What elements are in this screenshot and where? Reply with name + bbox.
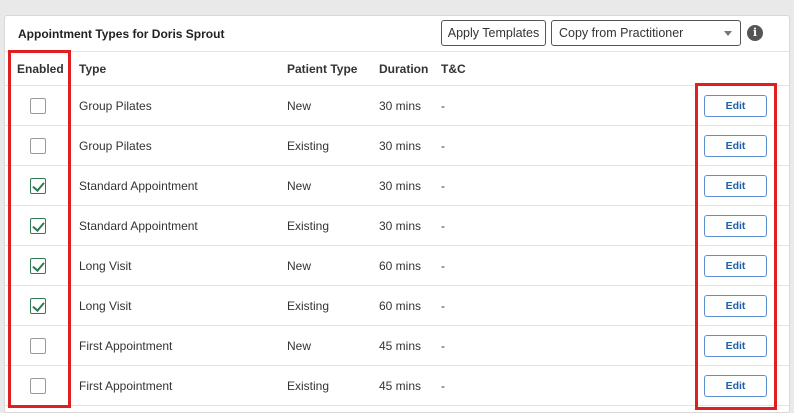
row-duration: 60 mins (379, 299, 422, 313)
table-row: First Appointment Existing 45 mins - Edi… (5, 366, 789, 406)
chevron-down-icon (724, 31, 732, 36)
edit-button[interactable]: Edit (704, 255, 767, 277)
edit-button[interactable]: Edit (704, 95, 767, 117)
row-duration: 45 mins (379, 379, 422, 393)
row-tc: - (441, 339, 445, 353)
row-tc: - (441, 219, 445, 233)
column-header-enabled: Enabled (17, 62, 64, 76)
apply-templates-button[interactable]: Apply Templates (441, 20, 546, 46)
enabled-checkbox[interactable] (30, 218, 46, 234)
edit-button[interactable]: Edit (704, 295, 767, 317)
enabled-checkbox[interactable] (30, 298, 46, 314)
row-tc: - (441, 379, 445, 393)
table-row: Long Visit Existing 60 mins - Edit (5, 286, 789, 326)
enabled-checkbox[interactable] (30, 178, 46, 194)
row-type: Standard Appointment (79, 219, 198, 233)
row-patient-type: New (287, 339, 312, 353)
row-tc: - (441, 299, 445, 313)
column-header-duration: Duration (379, 62, 429, 76)
column-header-patient-type: Patient Type (287, 62, 358, 76)
row-duration: 30 mins (379, 139, 422, 153)
edit-button[interactable]: Edit (704, 375, 767, 397)
row-type: Long Visit (79, 259, 132, 273)
row-tc: - (441, 139, 445, 153)
table-row: Standard Appointment Existing 30 mins - … (5, 206, 789, 246)
enabled-checkbox[interactable] (30, 258, 46, 274)
row-duration: 60 mins (379, 259, 422, 273)
info-icon[interactable]: i (747, 25, 763, 41)
copy-select-value: Copy from Practitioner (559, 26, 684, 40)
table-row: Standard Appointment New 30 mins - Edit (5, 166, 789, 206)
column-header-type: Type (79, 62, 107, 76)
enabled-checkbox[interactable] (30, 98, 46, 114)
enabled-checkbox[interactable] (30, 138, 46, 154)
row-type: Long Visit (79, 299, 132, 313)
row-duration: 45 mins (379, 339, 422, 353)
edit-button[interactable]: Edit (704, 135, 767, 157)
appointment-types-panel: Appointment Types for Doris Sprout Apply… (4, 15, 790, 413)
edit-button[interactable]: Edit (704, 335, 767, 357)
table-header: Enabled Type Patient Type Duration T&C (5, 52, 789, 86)
row-patient-type: Existing (287, 379, 330, 393)
row-patient-type: Existing (287, 219, 330, 233)
enabled-checkbox[interactable] (30, 378, 46, 394)
row-type: Standard Appointment (79, 179, 198, 193)
table-row: First Appointment New 45 mins - Edit (5, 326, 789, 366)
panel-header: Appointment Types for Doris Sprout Apply… (5, 16, 789, 52)
table-row: Group Pilates New 30 mins - Edit (5, 86, 789, 126)
row-tc: - (441, 259, 445, 273)
row-type: Group Pilates (79, 139, 152, 153)
copy-from-practitioner-select[interactable]: Copy from Practitioner (551, 20, 741, 46)
row-duration: 30 mins (379, 99, 422, 113)
row-patient-type: Existing (287, 139, 330, 153)
row-patient-type: New (287, 179, 312, 193)
edit-button[interactable]: Edit (704, 215, 767, 237)
row-tc: - (441, 179, 445, 193)
row-patient-type: Existing (287, 299, 330, 313)
row-duration: 30 mins (379, 219, 422, 233)
row-patient-type: New (287, 259, 312, 273)
row-type: First Appointment (79, 379, 173, 393)
row-type: Group Pilates (79, 99, 152, 113)
column-header-tc: T&C (441, 62, 466, 76)
table-row: Long Visit New 60 mins - Edit (5, 246, 789, 286)
row-tc: - (441, 99, 445, 113)
row-duration: 30 mins (379, 179, 422, 193)
enabled-checkbox[interactable] (30, 338, 46, 354)
page-title: Appointment Types for Doris Sprout (18, 27, 225, 41)
row-type: First Appointment (79, 339, 173, 353)
edit-button[interactable]: Edit (704, 175, 767, 197)
table-row: Group Pilates Existing 30 mins - Edit (5, 126, 789, 166)
row-patient-type: New (287, 99, 312, 113)
